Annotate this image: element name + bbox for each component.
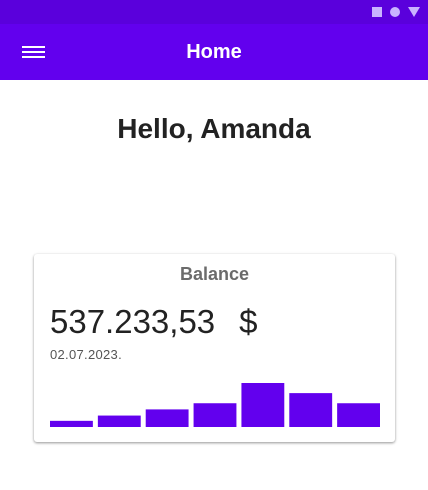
status-icons [372, 6, 420, 18]
app-bar: Home [0, 0, 428, 80]
balance-bar [97, 415, 141, 427]
balance-currency: $ [239, 303, 258, 340]
balance-bar [241, 383, 285, 427]
balance-card[interactable]: Balance 537.233,53 $ 02.07.2023. [34, 254, 395, 442]
status-bar [0, 0, 428, 24]
balance-bar [193, 403, 237, 427]
triangle-icon [408, 7, 420, 17]
balance-bar [145, 409, 189, 427]
balance-bar [50, 420, 93, 427]
greeting-heading: Hello, Amanda [117, 113, 311, 144]
balance-bar-chart [50, 383, 380, 427]
square-icon [372, 7, 382, 17]
balance-bar [289, 393, 333, 427]
balance-date: 02.07.2023. [50, 347, 122, 362]
balance-card-title: Balance [179, 264, 250, 284]
balance-bar [337, 403, 380, 427]
balance-amount-row: 537.233,53 $ [50, 302, 258, 342]
circle-icon [390, 7, 400, 17]
balance-amount: 537.233,53 [50, 303, 216, 340]
page-title: Home [186, 41, 242, 63]
